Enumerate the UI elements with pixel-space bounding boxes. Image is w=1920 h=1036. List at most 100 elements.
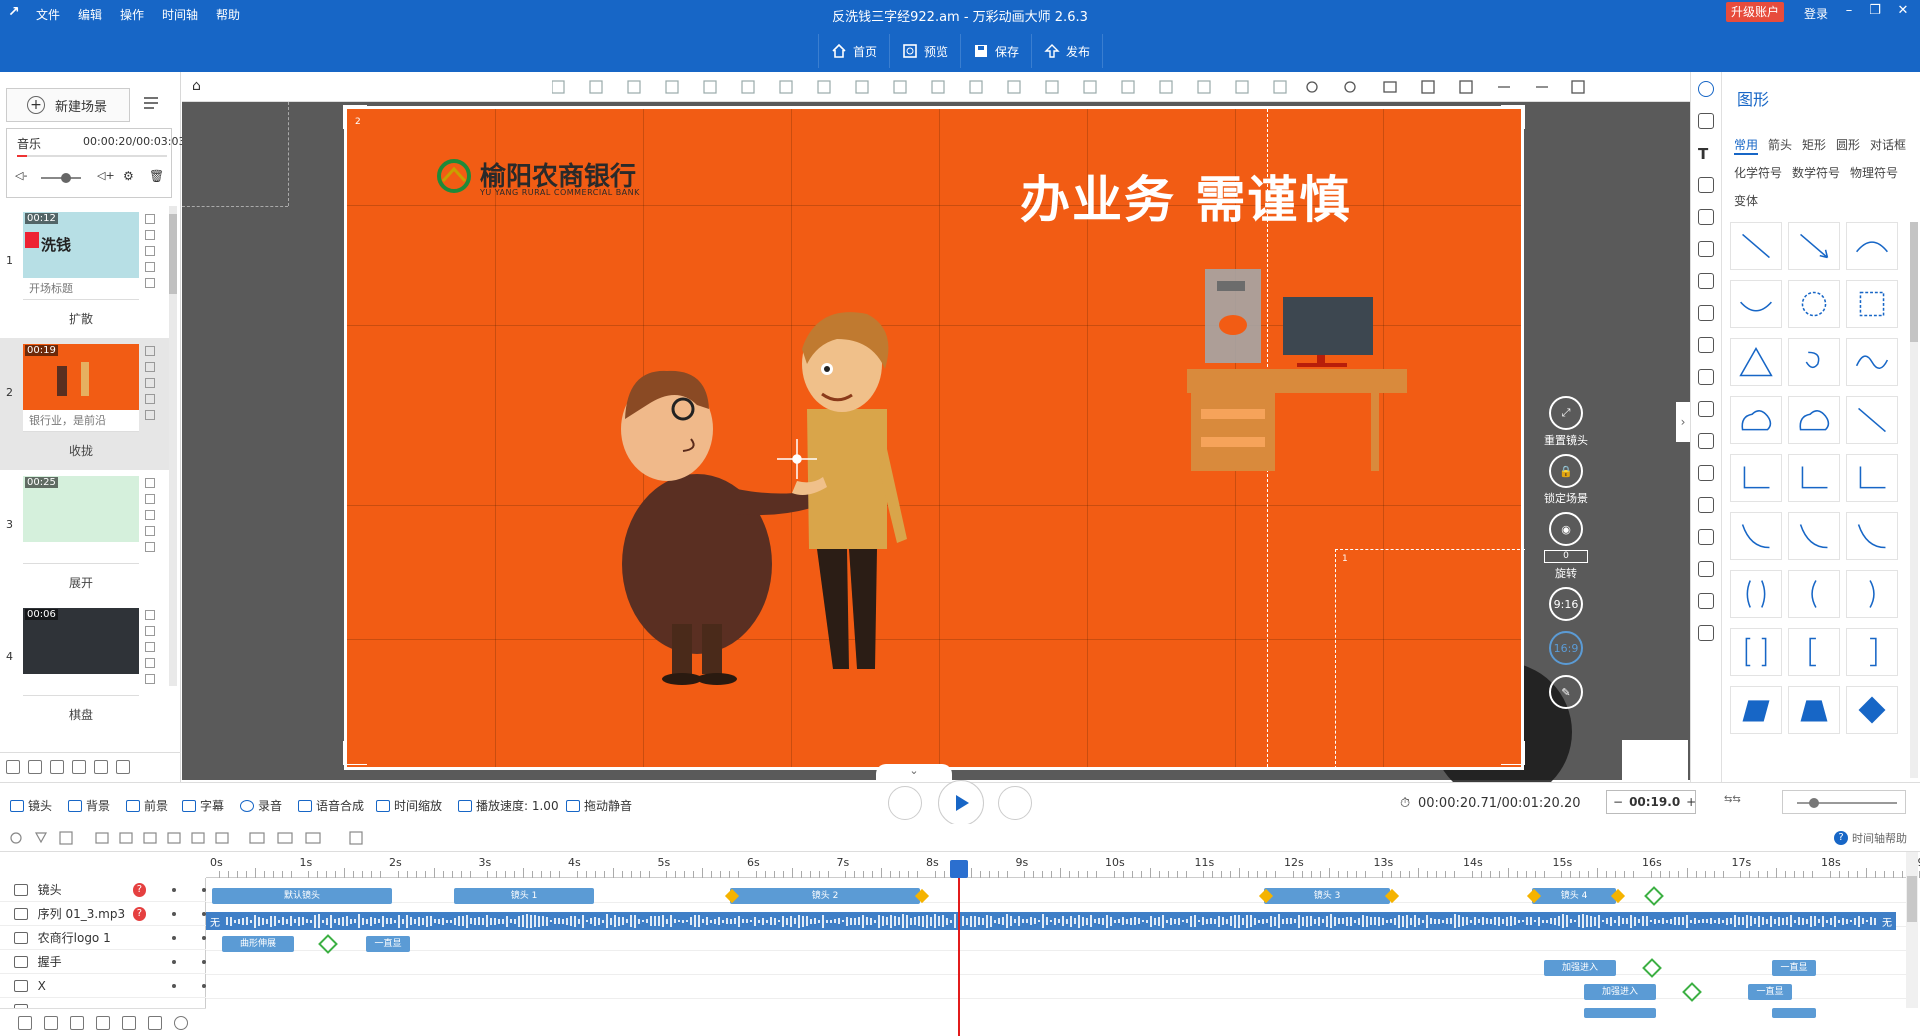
shape-cloud-dashed-icon[interactable]: [1788, 396, 1840, 444]
shape-elbow-icon[interactable]: [1730, 454, 1782, 502]
scene-transition-name[interactable]: 扩散: [23, 310, 139, 327]
shape-bracket-left-icon[interactable]: [1788, 628, 1840, 676]
time-stepper[interactable]: − 00:19.0 +: [1606, 790, 1696, 814]
shape-trapezoid-icon[interactable]: [1788, 686, 1840, 734]
track-name[interactable]: X: [38, 979, 133, 993]
track-name[interactable]: 序列 01_3.mp3: [38, 905, 133, 922]
device-icon[interactable]: [1698, 625, 1714, 641]
scene-tools[interactable]: [145, 610, 157, 690]
timeline-scrollbar[interactable]: [1906, 852, 1918, 1008]
scene-thumbnail[interactable]: 00:19: [23, 344, 139, 410]
track-row-label[interactable]: 握手: [0, 950, 206, 974]
toolbar-icons[interactable]: [551, 80, 1672, 94]
shape-arrow-line-icon[interactable]: [1788, 222, 1840, 270]
track-visibility-dot[interactable]: [172, 983, 177, 988]
shape-triangle-outline-icon[interactable]: [1730, 338, 1782, 386]
folder-icon[interactable]: [44, 1015, 58, 1030]
drag-mute-button[interactable]: 拖动静音: [566, 797, 632, 814]
video-icon[interactable]: [1698, 401, 1714, 417]
lock-icon[interactable]: 🔒: [1549, 454, 1583, 488]
track-name[interactable]: 镜头: [38, 881, 133, 898]
handshake-clip[interactable]: 加强进入: [1544, 960, 1616, 976]
track-row-label[interactable]: 农商行logo 1: [0, 926, 206, 950]
timeline-edit-icons[interactable]: [0, 824, 380, 852]
brush-icon[interactable]: ✎: [1549, 675, 1583, 709]
tab-publish[interactable]: 发布: [1031, 34, 1104, 68]
category-dialog[interactable]: 对话框: [1870, 136, 1906, 153]
scene-caption[interactable]: [23, 542, 139, 564]
scene-thumbnail[interactable]: 00:06: [23, 608, 139, 674]
add-image-icon[interactable]: [18, 1015, 32, 1030]
down-arrow-icon[interactable]: [94, 759, 108, 774]
export-icon[interactable]: [28, 759, 42, 774]
prev-frame-button[interactable]: [888, 786, 922, 820]
up-arrow-icon[interactable]: [72, 759, 86, 774]
scene-tools[interactable]: [145, 346, 157, 426]
category-variant[interactable]: 变体: [1734, 192, 1758, 209]
copy-icon[interactable]: [6, 759, 20, 774]
track-help-icon[interactable]: ?: [132, 882, 147, 897]
next-frame-button[interactable]: [998, 786, 1032, 820]
next-track-clip[interactable]: [1584, 1008, 1656, 1018]
shape-elbow-both-icon[interactable]: [1846, 454, 1898, 502]
scene-caption[interactable]: 银行业，是前沿: [23, 410, 139, 432]
camera-clip[interactable]: 镜头 2: [730, 888, 920, 904]
stepper-value[interactable]: 00:19.0: [1629, 795, 1680, 809]
audio-waveform-clip[interactable]: 无 无: [206, 912, 1896, 930]
track-row-label[interactable]: 序列 01_3.mp3?: [0, 902, 206, 926]
down-arrow-icon[interactable]: [70, 1015, 84, 1030]
time-scale-button[interactable]: 时间缩放: [376, 797, 442, 814]
track-visibility-dot[interactable]: [172, 959, 177, 964]
speech-bubble-icon[interactable]: [1698, 305, 1714, 321]
collapse-down-icon[interactable]: ⌄: [876, 764, 952, 782]
bank-name-english[interactable]: YU YANG RURAL COMMERCIAL BANK: [480, 188, 640, 197]
category-common[interactable]: 常用: [1734, 136, 1759, 155]
shape-brace-right-icon[interactable]: [1846, 570, 1898, 618]
shape-dashed-rect-icon[interactable]: [1846, 280, 1898, 328]
x-clip[interactable]: 加强进入: [1584, 984, 1656, 1000]
text-icon[interactable]: T: [1698, 145, 1714, 163]
timeline-help-link[interactable]: ? 时间轴帮助: [1834, 830, 1907, 846]
camera-clip[interactable]: 镜头 4: [1532, 888, 1616, 904]
shape-icon[interactable]: [1698, 81, 1714, 97]
shape-double-arrow-icon[interactable]: [1846, 396, 1898, 444]
playhead[interactable]: [958, 862, 960, 1036]
logo-clip[interactable]: 一直显: [366, 936, 410, 952]
collapse-panel-icon[interactable]: ›: [1676, 402, 1690, 442]
photo-icon[interactable]: [1698, 241, 1714, 257]
shape-curve-arrow-icon[interactable]: [1730, 280, 1782, 328]
scene-list-icon[interactable]: [140, 92, 164, 116]
shape-cloud-icon[interactable]: [1730, 396, 1782, 444]
plane-icon[interactable]: [1698, 465, 1714, 481]
record-button[interactable]: 录音: [240, 797, 282, 814]
scene-item[interactable]: 1 洗钱 00:12 开场标题 扩散: [0, 206, 172, 338]
scene-item-selected[interactable]: 2 00:19 银行业，是前沿 收拢: [0, 338, 172, 470]
gear-icon[interactable]: ⚙: [123, 169, 134, 183]
shape-bracket-pair-icon[interactable]: [1730, 628, 1782, 676]
trash-icon[interactable]: 🗑: [149, 169, 164, 183]
shape-elbow-arrow-icon[interactable]: [1788, 454, 1840, 502]
rotate-icon[interactable]: ◉: [1549, 512, 1583, 546]
category-arrow[interactable]: 箭头: [1768, 136, 1792, 153]
flower-icon[interactable]: [1698, 497, 1714, 513]
x-clip[interactable]: 一直显: [1748, 984, 1792, 1000]
plus-icon[interactable]: +: [1680, 795, 1702, 809]
scene-item[interactable]: 3 00:25 展开: [0, 470, 172, 602]
delete-icon[interactable]: [122, 1015, 136, 1030]
minimap-icon[interactable]: [1622, 740, 1688, 780]
shape-arc-icon[interactable]: [1846, 222, 1898, 270]
volume-up-icon[interactable]: ◁+: [97, 169, 115, 182]
play-speed-button[interactable]: 播放速度: 1.00: [458, 797, 559, 814]
shape-diamond-icon[interactable]: [1846, 686, 1898, 734]
up-arrow-icon[interactable]: [96, 1015, 110, 1030]
add-camera-button[interactable]: 镜头: [10, 797, 52, 814]
add-background-button[interactable]: 背景: [68, 797, 110, 814]
add-foreground-button[interactable]: 前景: [126, 797, 168, 814]
logo-clip[interactable]: 曲形伸展: [222, 936, 294, 952]
character-icon[interactable]: [1698, 177, 1714, 193]
track-visibility-dot[interactable]: [172, 911, 177, 916]
volume-down-icon[interactable]: ◁-: [15, 169, 33, 185]
image-icon[interactable]: [1698, 113, 1714, 129]
close-icon[interactable]: ✕: [1894, 3, 1912, 19]
category-circle[interactable]: 圆形: [1836, 136, 1860, 153]
